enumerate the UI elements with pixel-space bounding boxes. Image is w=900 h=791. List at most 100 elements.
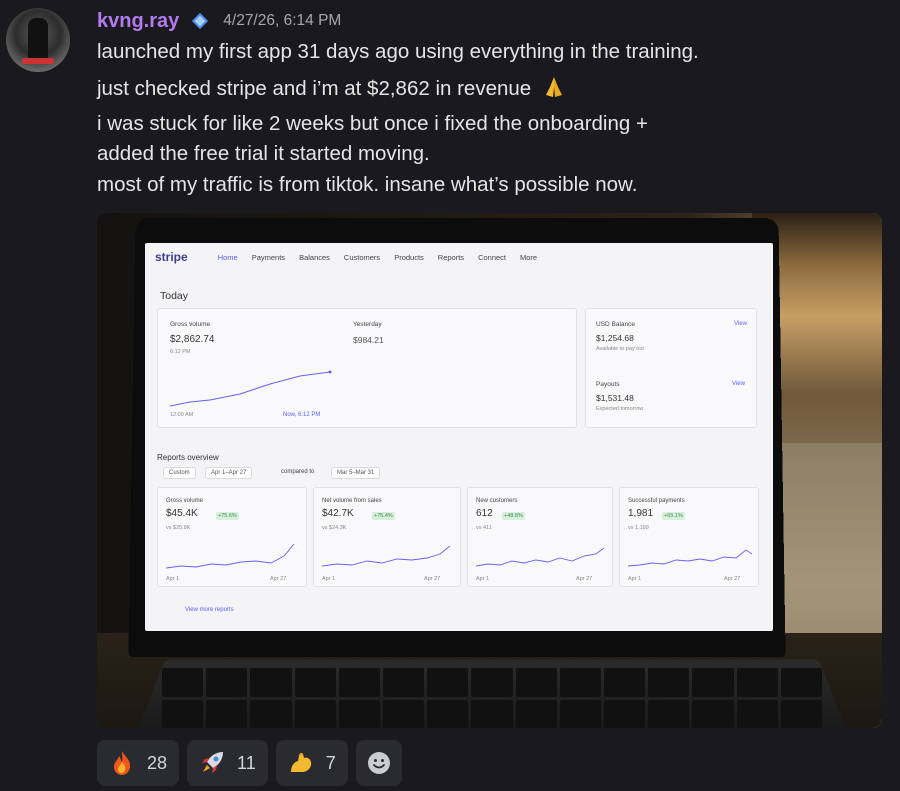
flexed-biceps-icon	[290, 752, 311, 772]
view-balance-link: View	[734, 321, 747, 327]
add-reaction-button[interactable]	[355, 740, 402, 786]
date-range-filter: Apr 1–Apr 27	[205, 467, 253, 479]
view-more-reports-link: View more reports	[185, 607, 234, 613]
metric-value: $42.7K	[322, 508, 354, 519]
metric-vs: vs $24.3K	[322, 525, 347, 531]
stripe-nav-more: More	[520, 252, 538, 262]
usd-balance-value: $1,254.68	[596, 333, 634, 343]
stripe-nav-balances: Balances	[299, 252, 330, 262]
message-line: launched my first app 31 days ago using …	[97, 40, 699, 63]
reaction-rocket[interactable]: 11	[187, 740, 268, 786]
key	[250, 699, 292, 728]
key	[780, 668, 822, 697]
metric-axis-start: Apr 1	[166, 576, 180, 582]
metric-value: $45.4K	[166, 508, 198, 519]
reaction-fire[interactable]: 28	[97, 740, 180, 786]
key	[206, 668, 248, 697]
key	[294, 699, 336, 728]
reaction-count: 28	[147, 752, 168, 773]
metric-change: +75.6%	[216, 512, 239, 520]
axis-end-label: Now, 6:12 PM	[283, 412, 321, 418]
key	[162, 699, 204, 728]
metric-vs: vs 411	[476, 525, 492, 531]
message-header: kvng.ray 4/27/26, 6:14 PM	[97, 7, 341, 35]
stripe-today-card: Gross volume $2,862.74 6:12 PM Yesterday…	[157, 308, 577, 428]
key	[515, 668, 557, 697]
key	[692, 668, 734, 697]
rocket-icon	[202, 752, 224, 773]
key	[604, 699, 646, 728]
stripe-nav-customers: Customers	[343, 252, 381, 262]
yesterday-value: $984.21	[353, 335, 384, 345]
key	[604, 668, 646, 697]
gross-volume-label: Gross volume	[170, 321, 211, 328]
metric-change: +65.1%	[662, 512, 685, 520]
usd-balance-label: USD Balance	[596, 321, 636, 328]
key	[338, 699, 380, 728]
stripe-nav: stripe Home Payments Balances Customers …	[145, 243, 773, 271]
key	[294, 668, 336, 697]
stripe-balance-card: USD Balance $1,254.68 Available to pay o…	[585, 308, 757, 428]
key	[383, 668, 425, 697]
metric-change: +48.8%	[502, 512, 525, 520]
key	[559, 699, 601, 728]
metric-card-successful-payments: Successful payments 1,981 +65.1% vs 1,19…	[619, 487, 759, 587]
message-line: most of my traffic is from tiktok. insan…	[97, 173, 638, 196]
message-line: i was stuck for like 2 weeks but once i …	[97, 112, 648, 135]
metric-axis-start: Apr 1	[476, 576, 490, 582]
stripe-today-title: Today	[160, 290, 189, 302]
metric-card-gross-volume: Gross volume $45.4K +75.6% vs $25.8K Apr…	[157, 487, 307, 587]
message-line-text: just checked stripe and i’m at $2,862 in…	[97, 77, 532, 100]
key	[427, 668, 469, 697]
custom-filter: Custom	[163, 467, 196, 479]
avatar[interactable]	[6, 8, 70, 72]
key	[338, 668, 380, 697]
stripe-nav-products: Products	[394, 252, 424, 262]
message-line: added the free trial it started moving.	[97, 142, 430, 165]
reports-overview-title: Reports overview	[157, 453, 219, 462]
yesterday-label: Yesterday	[353, 321, 382, 328]
key	[736, 668, 778, 697]
username[interactable]: kvng.ray	[97, 10, 179, 33]
attached-photo[interactable]: stripe Home Payments Balances Customers …	[97, 213, 882, 728]
stripe-nav-links: Home Payments Balances Customers Product…	[218, 253, 537, 262]
key	[648, 699, 690, 728]
key	[471, 699, 513, 728]
payouts-sub: Expected tomorrow	[596, 406, 644, 412]
smiley-add-reaction-icon	[367, 752, 390, 774]
key	[515, 699, 557, 728]
compared-to-label: compared to	[281, 469, 315, 475]
diamond-badge-icon	[192, 12, 209, 30]
key	[471, 668, 513, 697]
metric-label: New customers	[476, 498, 518, 504]
folded-hands-icon	[545, 77, 562, 97]
metric-value: 1,981	[628, 508, 654, 519]
avatar-figure	[28, 18, 48, 60]
payouts-label: Payouts	[596, 381, 620, 388]
metric-label: Successful payments	[628, 498, 685, 504]
gross-volume-time: 6:12 PM	[170, 349, 191, 355]
metric-change: +75.4%	[372, 512, 395, 520]
chat-message: kvng.ray 4/27/26, 6:14 PM launched my fi…	[0, 0, 900, 791]
metric-axis-start: Apr 1	[628, 576, 642, 582]
metric-sparkline	[476, 547, 605, 567]
avatar-figure-base	[22, 58, 54, 64]
stripe-logo: stripe	[155, 250, 188, 264]
key	[250, 668, 292, 697]
stripe-nav-payments: Payments	[251, 252, 286, 262]
compare-range-filter: Mar 5–Mar 31	[331, 467, 381, 479]
metric-axis-start: Apr 1	[322, 576, 336, 582]
message-line: just checked stripe and i’m at $2,862 in…	[97, 75, 567, 103]
axis-start-label: 12:00 AM	[170, 412, 194, 418]
metric-label: Gross volume	[166, 498, 204, 504]
reaction-count: 11	[237, 752, 256, 773]
metric-card-new-customers: New customers 612 +48.8% vs 411 Apr 1 Ap…	[467, 487, 613, 587]
timestamp: 4/27/26, 6:14 PM	[223, 12, 342, 29]
metric-axis-end: Apr 27	[424, 576, 441, 582]
reaction-flexed-biceps[interactable]: 7	[275, 740, 348, 786]
metric-axis-end: Apr 27	[576, 576, 593, 582]
key	[648, 668, 690, 697]
key	[383, 699, 425, 728]
fire-icon	[114, 751, 131, 775]
usd-balance-sub: Available to pay out	[596, 346, 644, 352]
